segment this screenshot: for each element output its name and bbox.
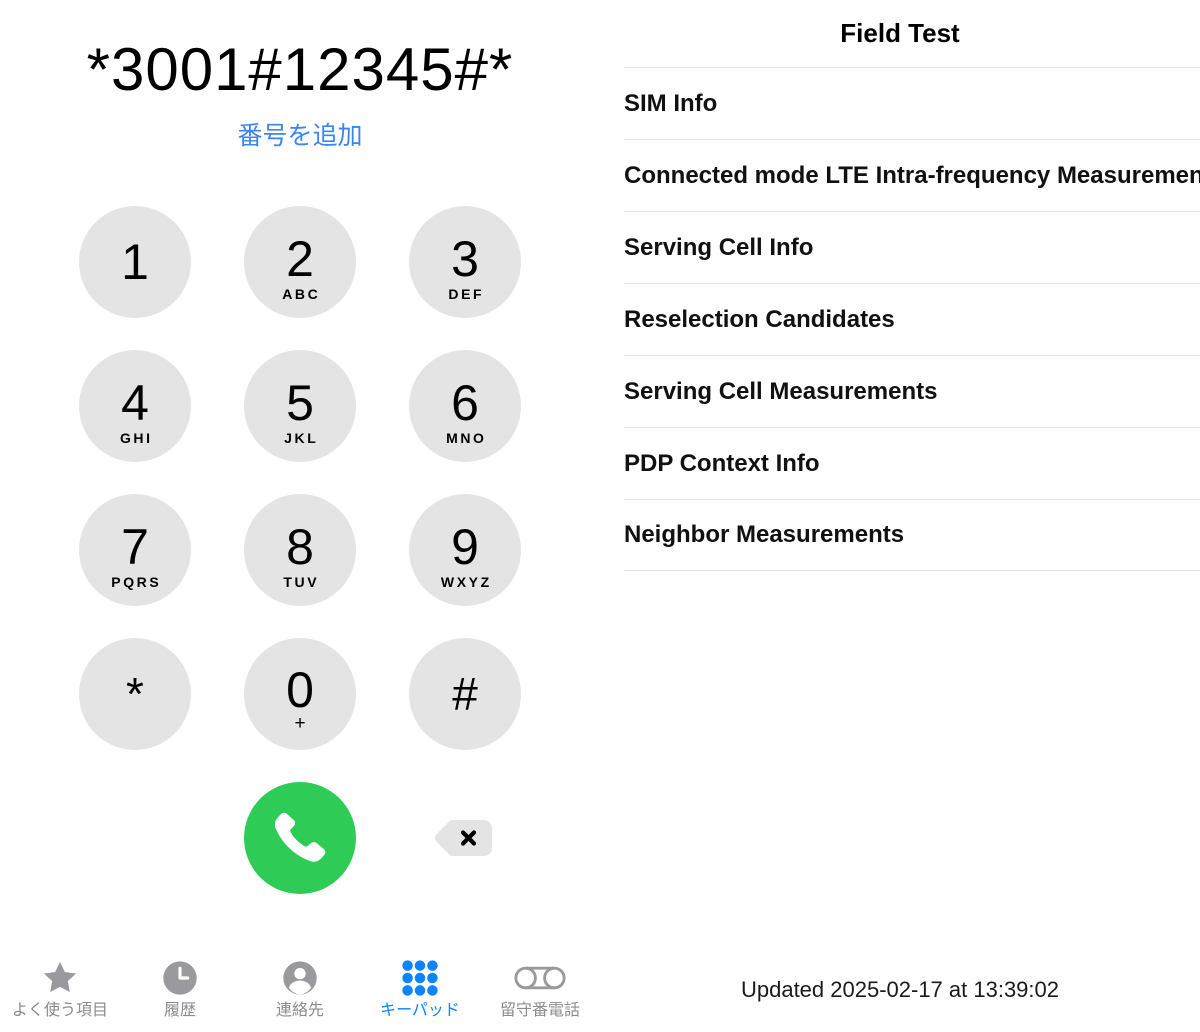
key-3[interactable]: 3 DEF xyxy=(409,206,521,318)
delete-button[interactable] xyxy=(434,820,492,856)
tab-label: 留守番電話 xyxy=(499,1002,580,1019)
key-digit: 7 xyxy=(121,518,149,575)
key-digit: 0 xyxy=(286,661,314,718)
key-digit: 8 xyxy=(286,518,314,575)
list-item-serving-cell-info[interactable]: Serving Cell Info xyxy=(624,211,1200,283)
list-item-label: Reselection Candidates xyxy=(624,305,895,333)
field-test-pane: Field Test SIM Info Connected mode LTE I… xyxy=(600,0,1200,1032)
tab-label: よく使う項目 xyxy=(11,1002,108,1019)
tab-recents[interactable]: 履歴 xyxy=(120,948,240,1021)
backspace-icon xyxy=(434,820,492,856)
key-6[interactable]: 6 MNO xyxy=(409,350,521,462)
updated-timestamp: Updated 2025-02-17 at 13:39:02 xyxy=(740,977,1060,1002)
key-5[interactable]: 5 JKL xyxy=(244,350,356,462)
key-1[interactable]: 1 xyxy=(79,206,191,318)
key-letters: ABC xyxy=(282,285,321,302)
person-circle-icon xyxy=(280,958,320,998)
call-button[interactable] xyxy=(244,782,356,894)
keypad-row: 7 PQRS 8 TUV 9 WXYZ xyxy=(79,494,521,606)
list-item-label: Connected mode LTE Intra-frequency Measu… xyxy=(624,161,1200,189)
dialed-number-display[interactable]: *3001#12345#* xyxy=(0,36,600,104)
tab-label: 履歴 xyxy=(163,1002,196,1019)
phone-handset-icon xyxy=(270,808,330,868)
keypad-grid-icon xyxy=(401,958,439,998)
key-digit: 3 xyxy=(451,230,479,287)
app-screen: *3001#12345#* 番号を追加 1 2 ABC 3 DEF 4 GHI … xyxy=(0,0,1200,1032)
key-plus-label: + xyxy=(294,712,306,734)
key-digit: 4 xyxy=(121,374,149,431)
key-letters: JKL xyxy=(284,429,319,446)
clock-icon xyxy=(160,958,200,998)
key-digit: 9 xyxy=(451,518,479,575)
list-item-label: SIM Info xyxy=(624,89,718,117)
tab-label: キーパッド xyxy=(380,1002,460,1019)
list-item-pdp-context-info[interactable]: PDP Context Info xyxy=(624,427,1200,499)
key-4[interactable]: 4 GHI xyxy=(79,350,191,462)
list-item-neighbor-measurements[interactable]: Neighbor Measurements xyxy=(624,499,1200,571)
key-letters: MNO xyxy=(446,429,487,446)
key-9[interactable]: 9 WXYZ xyxy=(409,494,521,606)
tab-voicemail[interactable]: 留守番電話 xyxy=(480,948,600,1021)
key-7[interactable]: 7 PQRS xyxy=(79,494,191,606)
key-letters: DEF xyxy=(448,285,485,302)
field-test-list: SIM Info Connected mode LTE Intra-freque… xyxy=(624,67,1200,571)
keypad-row: * 0 + # xyxy=(79,638,521,750)
page-title: Field Test xyxy=(840,18,960,48)
key-8[interactable]: 8 TUV xyxy=(244,494,356,606)
list-item-label: PDP Context Info xyxy=(624,449,820,477)
list-item-label: Neighbor Measurements xyxy=(624,521,905,548)
list-item-serving-cell-measurements[interactable]: Serving Cell Measurements xyxy=(624,355,1200,427)
tab-contacts[interactable]: 連絡先 xyxy=(240,948,360,1021)
phone-app-pane: *3001#12345#* 番号を追加 1 2 ABC 3 DEF 4 GHI … xyxy=(0,0,600,1032)
key-digit: 2 xyxy=(286,230,314,287)
dial-keypad: 1 2 ABC 3 DEF 4 GHI 5 JKL 6 MNO 7 PQRS 8… xyxy=(79,206,521,782)
tab-favorites[interactable]: よく使う項目 xyxy=(0,948,120,1021)
key-digit: 6 xyxy=(451,374,479,431)
tab-keypad[interactable]: キーパッド xyxy=(360,948,480,1021)
tab-label: 連絡先 xyxy=(275,1002,324,1019)
add-number-link[interactable]: 番号を追加 xyxy=(0,120,600,152)
list-item-label: Serving Cell Measurements xyxy=(624,377,938,405)
keypad-row: 4 GHI 5 JKL 6 MNO xyxy=(79,350,521,462)
key-letters: TUV xyxy=(283,573,320,590)
key-digit: 5 xyxy=(286,374,314,431)
list-item-sim-info[interactable]: SIM Info xyxy=(624,67,1200,139)
key-2[interactable]: 2 ABC xyxy=(244,206,356,318)
voicemail-icon xyxy=(514,958,566,998)
key-digit: 1 xyxy=(121,234,149,290)
call-action-row xyxy=(0,782,600,894)
list-item-connected-mode-lte[interactable]: Connected mode LTE Intra-frequency Measu… xyxy=(624,139,1200,211)
list-item-label: Serving Cell Info xyxy=(624,233,814,261)
key-digit: # xyxy=(452,668,478,720)
key-digit: * xyxy=(126,668,144,720)
bottom-tab-bar: よく使う項目 履歴 連絡先 キーパッド 留守番電話 xyxy=(0,948,600,1032)
keypad-row: 1 2 ABC 3 DEF xyxy=(79,206,521,318)
key-letters: GHI xyxy=(119,429,153,446)
list-item-reselection-candidates[interactable]: Reselection Candidates xyxy=(624,283,1200,355)
key-0[interactable]: 0 + xyxy=(244,638,356,750)
key-asterisk[interactable]: * xyxy=(79,638,191,750)
key-letters: PQRS xyxy=(111,573,162,590)
key-hash[interactable]: # xyxy=(409,638,521,750)
key-letters: WXYZ xyxy=(440,573,492,590)
star-icon xyxy=(39,958,81,998)
